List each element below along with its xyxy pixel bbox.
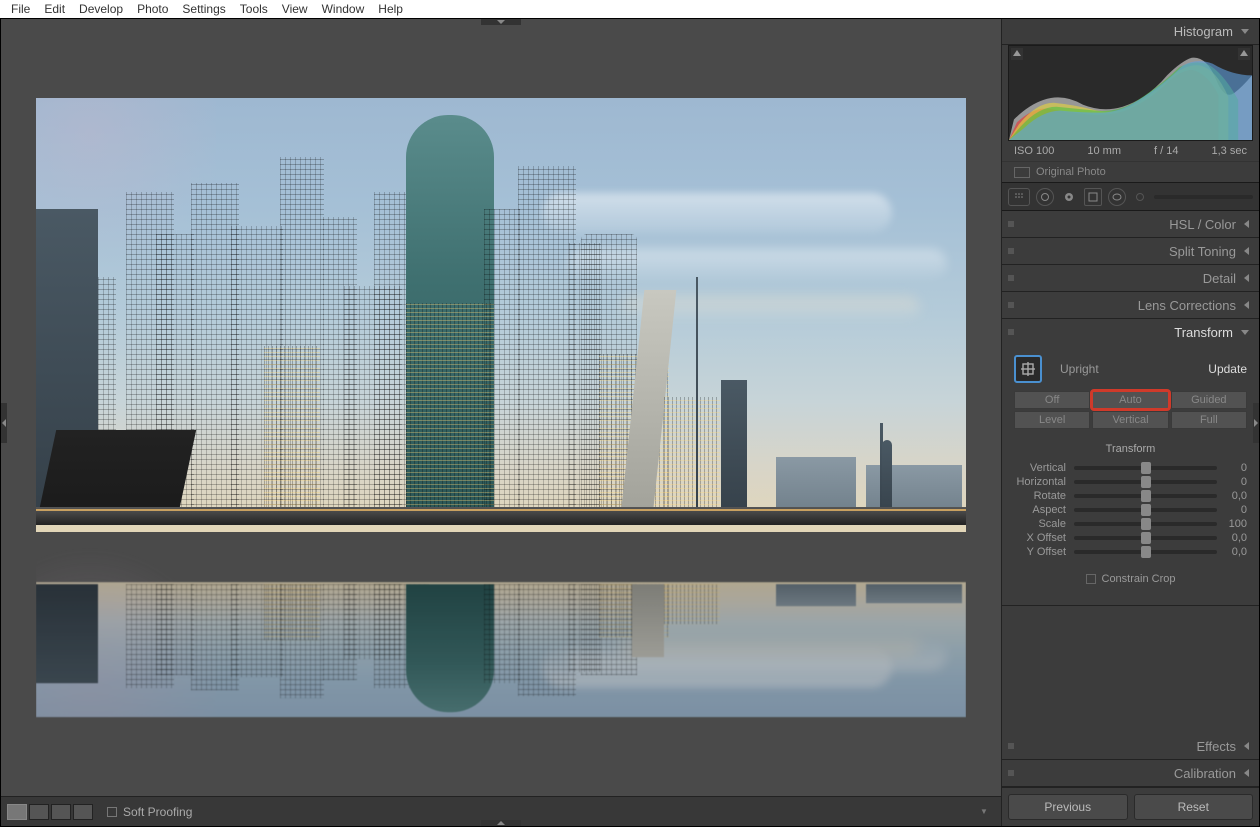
toolbar-dropdown[interactable]: ▼ <box>973 801 995 823</box>
exif-focal: 10 mm <box>1087 145 1121 157</box>
previous-button[interactable]: Previous <box>1008 794 1128 820</box>
radial-tool-icon[interactable] <box>1108 188 1126 206</box>
transform-sliders: Vertical0Horizontal0Rotate0,0Aspect0Scal… <box>1002 461 1259 559</box>
menu-window[interactable]: Window <box>315 2 372 16</box>
slider-xoffset[interactable]: X Offset0,0 <box>1002 531 1259 545</box>
upright-full-button[interactable]: Full <box>1171 411 1247 429</box>
chevron-down-icon <box>1241 29 1249 34</box>
right-panel: Histogram ISO 100 10 mm f / 14 1,3 sec <box>1001 19 1259 826</box>
app-frame: Soft Proofing ▼ Histogram <box>0 18 1260 827</box>
panel-lens-corrections[interactable]: Lens Corrections <box>1002 292 1259 318</box>
menu-help[interactable]: Help <box>371 2 410 16</box>
histogram-title: Histogram <box>1174 24 1233 39</box>
transform-section-title: Transform <box>1002 443 1259 455</box>
slider-vertical[interactable]: Vertical0 <box>1002 461 1259 475</box>
original-photo-row[interactable]: Original Photo <box>1002 161 1259 183</box>
upright-vertical-button[interactable]: Vertical <box>1092 411 1168 429</box>
menu-bar[interactable]: FileEditDevelopPhotoSettingsToolsViewWin… <box>0 0 1260 18</box>
collapse-bottom[interactable] <box>481 820 521 826</box>
panel-split-toning[interactable]: Split Toning <box>1002 238 1259 264</box>
soft-proofing-toggle[interactable] <box>107 807 117 817</box>
chevron-down-icon <box>1241 330 1249 335</box>
soft-proofing-label: Soft Proofing <box>123 805 192 819</box>
menu-file[interactable]: File <box>4 2 37 16</box>
center-pane: Soft Proofing ▼ <box>1 19 1001 826</box>
chevron-left-icon <box>1244 247 1249 255</box>
view-mode-2[interactable] <box>29 804 49 820</box>
mask-toggle[interactable] <box>1136 193 1144 201</box>
panel-effects[interactable]: Effects <box>1002 733 1259 759</box>
original-photo-label: Original Photo <box>1036 166 1106 178</box>
panel-transform[interactable]: Transform <box>1002 319 1259 345</box>
chevron-left-icon <box>1244 220 1249 228</box>
upright-auto-button[interactable]: Auto <box>1092 391 1168 409</box>
menu-photo[interactable]: Photo <box>130 2 175 16</box>
menu-tools[interactable]: Tools <box>233 2 275 16</box>
chevron-left-icon <box>1244 301 1249 309</box>
menu-settings[interactable]: Settings <box>175 2 232 16</box>
main-photo <box>36 98 966 718</box>
exif-row: ISO 100 10 mm f / 14 1,3 sec <box>1002 141 1259 161</box>
gradient-tool-icon[interactable] <box>1084 188 1102 206</box>
exif-aperture: f / 14 <box>1154 145 1178 157</box>
upright-off-button[interactable]: Off <box>1014 391 1090 409</box>
slider-yoffset[interactable]: Y Offset0,0 <box>1002 545 1259 559</box>
exif-iso: ISO 100 <box>1014 145 1054 157</box>
brush-size-slider[interactable] <box>1154 195 1253 199</box>
upright-level-button[interactable]: Level <box>1014 411 1090 429</box>
collapse-right[interactable] <box>1253 403 1259 443</box>
chevron-left-icon <box>1244 274 1249 282</box>
slider-aspect[interactable]: Aspect0 <box>1002 503 1259 517</box>
constrain-crop-checkbox[interactable] <box>1086 574 1096 584</box>
spot-tool-icon[interactable] <box>1036 188 1054 206</box>
menu-develop[interactable]: Develop <box>72 2 130 16</box>
collapse-top[interactable] <box>481 19 521 25</box>
chevron-left-icon <box>1244 769 1249 777</box>
chevron-left-icon <box>1244 742 1249 750</box>
collapse-left[interactable] <box>1 403 7 443</box>
menu-edit[interactable]: Edit <box>37 2 72 16</box>
redeye-tool-icon[interactable] <box>1060 188 1078 206</box>
exif-shutter: 1,3 sec <box>1212 145 1247 157</box>
upright-guided-button[interactable]: Guided <box>1171 391 1247 409</box>
upright-label: Upright <box>1060 362 1208 376</box>
menu-view[interactable]: View <box>275 2 315 16</box>
image-canvas[interactable] <box>1 19 1001 796</box>
slider-rotate[interactable]: Rotate0,0 <box>1002 489 1259 503</box>
histogram-header[interactable]: Histogram <box>1002 19 1259 45</box>
view-mode-4[interactable] <box>73 804 93 820</box>
upright-mode-grid: OffAutoGuided LevelVerticalFull <box>1002 391 1259 429</box>
panel-detail[interactable]: Detail <box>1002 265 1259 291</box>
panel-hsl[interactable]: HSL / Color <box>1002 211 1259 237</box>
histogram[interactable] <box>1008 45 1253 141</box>
tool-strip <box>1002 183 1259 211</box>
crop-tool-icon[interactable] <box>1008 188 1030 206</box>
upright-update-button[interactable]: Update <box>1208 362 1247 376</box>
slider-horizontal[interactable]: Horizontal0 <box>1002 475 1259 489</box>
upright-tool-icon[interactable] <box>1014 355 1042 383</box>
constrain-crop-row[interactable]: Constrain Crop <box>1002 559 1259 585</box>
panel-calibration[interactable]: Calibration <box>1002 760 1259 786</box>
view-mode-3[interactable] <box>51 804 71 820</box>
reset-button[interactable]: Reset <box>1134 794 1254 820</box>
view-mode-1[interactable] <box>7 804 27 820</box>
slider-scale[interactable]: Scale100 <box>1002 517 1259 531</box>
